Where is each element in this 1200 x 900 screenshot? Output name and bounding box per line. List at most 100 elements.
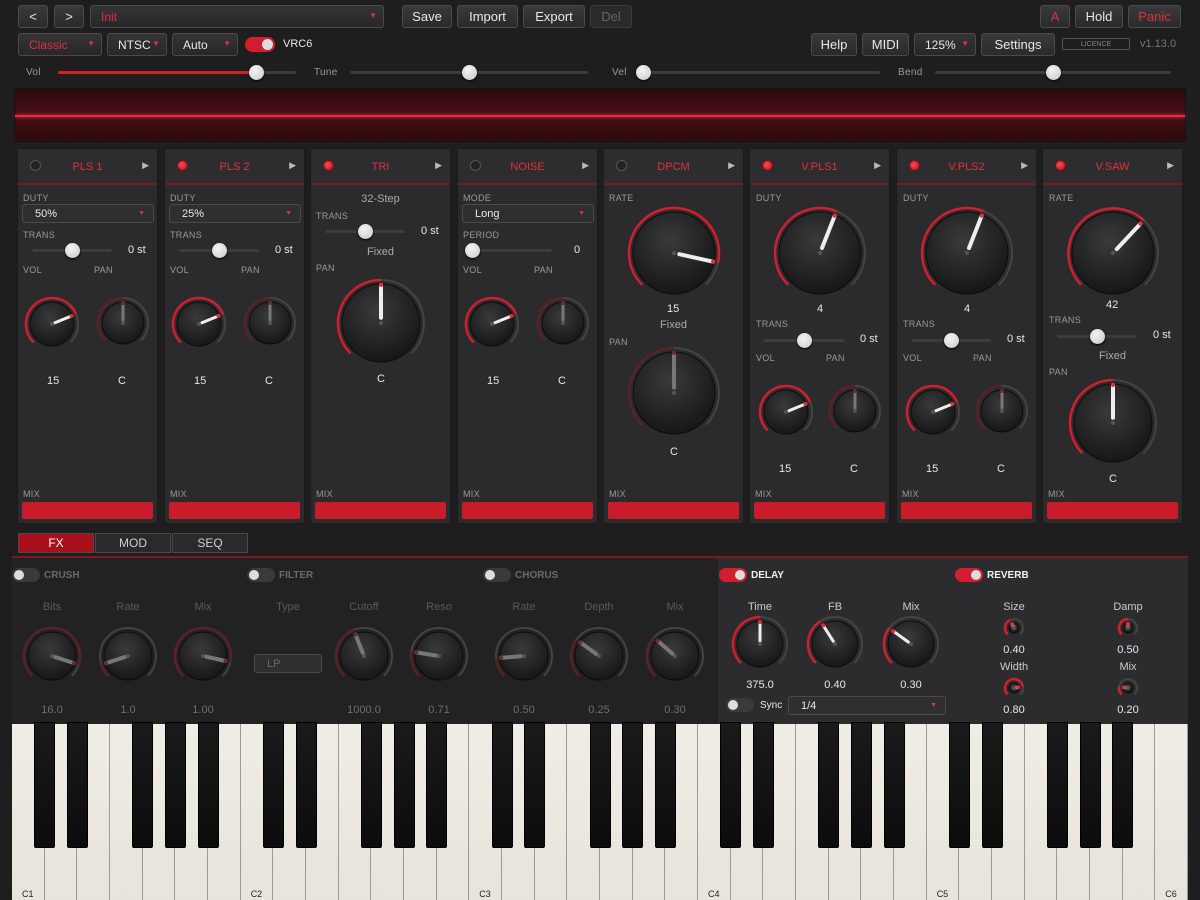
vol-knob[interactable]: [23, 295, 81, 353]
vol-knob[interactable]: [170, 295, 228, 353]
mix-bar[interactable]: [22, 502, 153, 519]
panic-button[interactable]: Panic: [1128, 5, 1181, 28]
mix-bar[interactable]: [1047, 502, 1178, 519]
pan-knob[interactable]: [827, 383, 883, 439]
expand-arrow-icon[interactable]: ▶: [728, 160, 735, 171]
black-key[interactable]: [818, 722, 840, 848]
expand-arrow-icon[interactable]: ▶: [435, 160, 442, 171]
crush-bits-knob[interactable]: [21, 625, 83, 687]
delete-button[interactable]: Del: [590, 5, 632, 28]
licence-button[interactable]: LICENCE: [1062, 38, 1130, 50]
black-key[interactable]: [752, 722, 774, 848]
black-key[interactable]: [262, 722, 284, 848]
black-key[interactable]: [654, 722, 676, 848]
save-button[interactable]: Save: [402, 5, 452, 28]
crush-mix-knob[interactable]: [172, 625, 234, 687]
reverb-size-knob[interactable]: [1002, 616, 1026, 640]
period-slider[interactable]: [465, 243, 552, 258]
mix-bar[interactable]: [901, 502, 1032, 519]
auto-select[interactable]: Auto ▼: [172, 33, 238, 56]
filter-reso-knob[interactable]: [408, 625, 470, 687]
chorus-toggle[interactable]: [483, 568, 511, 582]
duty-select[interactable]: 50% ▼: [22, 204, 154, 223]
delay-mix-knob[interactable]: [881, 614, 941, 674]
vol-knob[interactable]: [904, 383, 962, 441]
black-key[interactable]: [850, 722, 872, 848]
expand-arrow-icon[interactable]: ▶: [289, 160, 296, 171]
expand-arrow-icon[interactable]: ▶: [874, 160, 881, 171]
trans-slider[interactable]: [764, 333, 844, 348]
mix-bar[interactable]: [462, 502, 593, 519]
mix-bar[interactable]: [754, 502, 885, 519]
reverb-width-knob[interactable]: [1002, 676, 1026, 700]
chorus-rate-knob[interactable]: [493, 625, 555, 687]
help-button[interactable]: Help: [811, 33, 857, 56]
black-key[interactable]: [66, 722, 88, 848]
filter-cutoff-knob[interactable]: [333, 625, 395, 687]
black-key[interactable]: [197, 722, 219, 848]
black-key[interactable]: [1112, 722, 1134, 848]
trans-slider[interactable]: [1057, 329, 1137, 344]
prev-preset-button[interactable]: <: [18, 5, 48, 28]
mix-bar[interactable]: [169, 502, 300, 519]
black-key[interactable]: [34, 722, 56, 848]
black-key[interactable]: [622, 722, 644, 848]
black-key[interactable]: [981, 722, 1003, 848]
pan-knob[interactable]: [626, 345, 722, 441]
delay-sync-toggle[interactable]: [726, 698, 754, 712]
black-key[interactable]: [948, 722, 970, 848]
duty-knob[interactable]: [919, 205, 1015, 301]
black-key[interactable]: [883, 722, 905, 848]
reverb-damp-knob[interactable]: [1116, 616, 1140, 640]
crush-toggle[interactable]: [12, 568, 40, 582]
midi-button[interactable]: MIDI: [862, 33, 909, 56]
black-key[interactable]: [1046, 722, 1068, 848]
delay-toggle[interactable]: [719, 568, 747, 582]
filter-type-select[interactable]: LP ▼: [254, 654, 322, 673]
duty-knob[interactable]: [772, 205, 868, 301]
tab-seq[interactable]: SEQ: [172, 533, 248, 553]
white-key[interactable]: [1155, 724, 1188, 900]
preset-select[interactable]: Init ▼: [90, 5, 384, 28]
chorus-depth-knob[interactable]: [568, 625, 630, 687]
reverb-mix-knob[interactable]: [1116, 676, 1140, 700]
expand-arrow-icon[interactable]: ▶: [582, 160, 589, 171]
pan-knob[interactable]: [242, 295, 298, 351]
zoom-select[interactable]: 125% ▼: [914, 33, 976, 56]
black-key[interactable]: [426, 722, 448, 848]
black-key[interactable]: [132, 722, 154, 848]
delay-sync-select[interactable]: 1/4 ▼: [788, 696, 946, 715]
tab-mod[interactable]: MOD: [95, 533, 171, 553]
black-key[interactable]: [589, 722, 611, 848]
mix-bar[interactable]: [608, 502, 739, 519]
duty-select[interactable]: 25% ▼: [169, 204, 301, 223]
delay-time-knob[interactable]: [730, 614, 790, 674]
black-key[interactable]: [164, 722, 186, 848]
pan-knob[interactable]: [95, 295, 151, 351]
noise-mode-select[interactable]: Long ▼: [462, 204, 594, 223]
vol-knob[interactable]: [757, 383, 815, 441]
a-button[interactable]: A: [1040, 5, 1070, 28]
vrc6-toggle[interactable]: [245, 37, 275, 52]
trans-slider[interactable]: [179, 243, 259, 258]
black-key[interactable]: [491, 722, 513, 848]
reverb-toggle[interactable]: [955, 568, 983, 582]
pan-knob[interactable]: [974, 383, 1030, 439]
pan-knob[interactable]: [1067, 377, 1159, 469]
trans-slider[interactable]: [911, 333, 991, 348]
rate-knob[interactable]: [1065, 205, 1161, 301]
rate-knob[interactable]: [626, 205, 722, 301]
filter-toggle[interactable]: [247, 568, 275, 582]
black-key[interactable]: [295, 722, 317, 848]
tune-slider[interactable]: [350, 65, 588, 80]
trans-slider[interactable]: [32, 243, 112, 258]
vol-knob[interactable]: [463, 295, 521, 353]
black-key[interactable]: [360, 722, 382, 848]
black-key[interactable]: [1079, 722, 1101, 848]
bend-slider[interactable]: [935, 65, 1171, 80]
vol-slider[interactable]: [58, 65, 296, 80]
trans-slider[interactable]: [325, 224, 405, 239]
import-button[interactable]: Import: [457, 5, 518, 28]
region-select[interactable]: NTSC ▼: [107, 33, 167, 56]
hold-button[interactable]: Hold: [1075, 5, 1123, 28]
